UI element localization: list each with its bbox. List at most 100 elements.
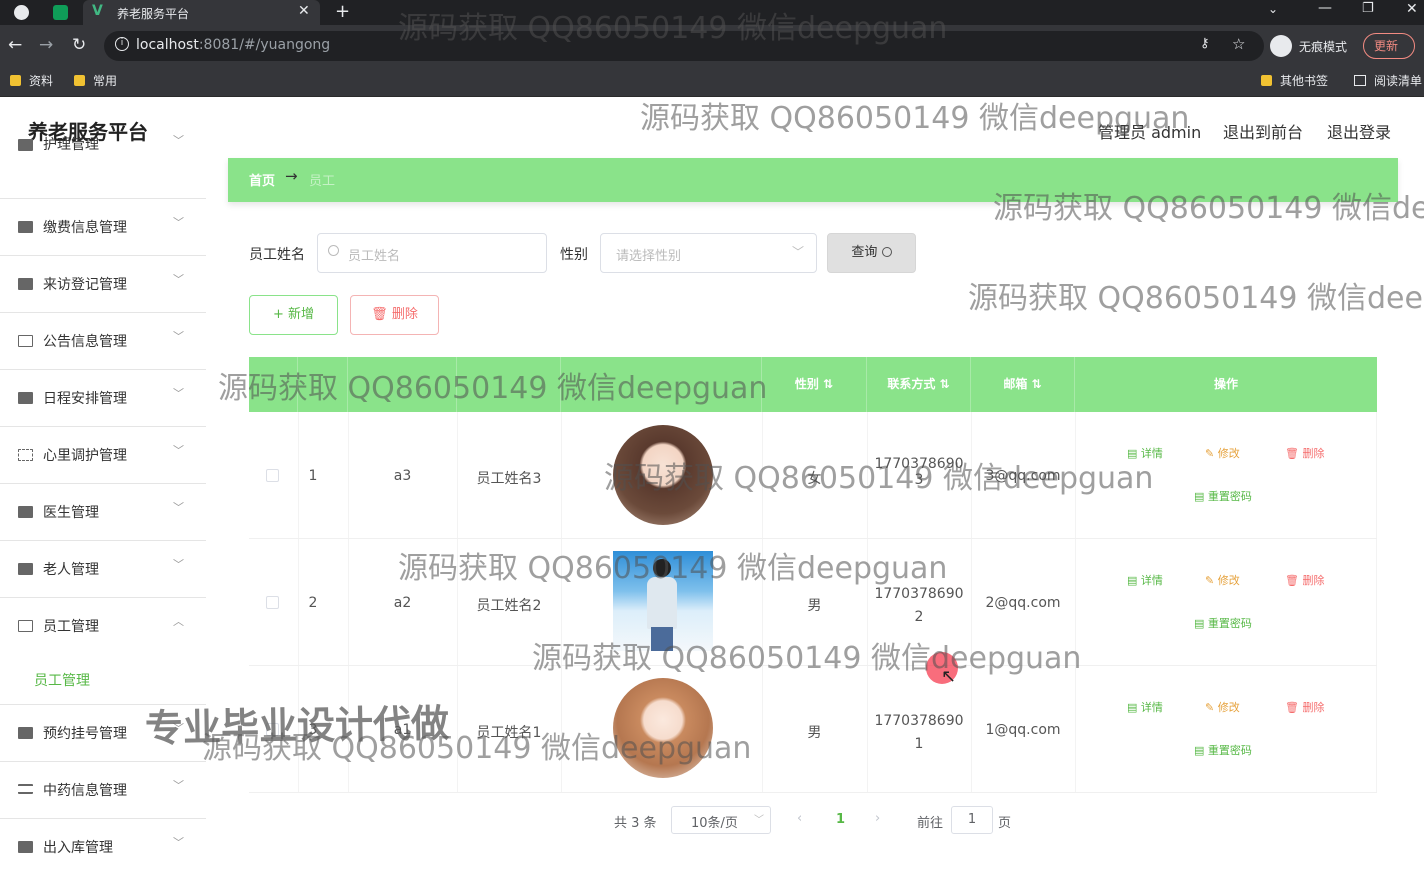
- logout-link[interactable]: 退出登录: [1327, 119, 1391, 143]
- list-icon: [18, 784, 33, 794]
- prev-page-icon[interactable]: ‹: [797, 811, 802, 826]
- reading-list-icon: [1354, 75, 1366, 86]
- goto-page-input[interactable]: 1: [951, 806, 993, 834]
- sidebar-item-payment[interactable]: 缴费信息管理 ﹀: [0, 199, 206, 256]
- reading-list[interactable]: 阅读清单: [1354, 72, 1422, 89]
- staff-photo: [613, 678, 713, 778]
- add-button[interactable]: + 新增: [249, 295, 338, 335]
- admin-user-label: 管理员 admin: [1098, 123, 1202, 142]
- sidebar-item-nursing[interactable]: 护理管理 ﹀: [0, 134, 206, 199]
- row-phone: 1770378690 1: [874, 713, 964, 752]
- header-photo: [561, 357, 762, 412]
- header-email[interactable]: 邮箱 ⇅: [971, 357, 1075, 412]
- new-tab-icon[interactable]: +: [335, 1, 350, 22]
- info-icon[interactable]: i: [115, 37, 129, 51]
- forward-icon[interactable]: →: [39, 35, 53, 55]
- header-account[interactable]: [348, 357, 457, 412]
- search-icon: [881, 247, 892, 257]
- star-icon[interactable]: ☆: [1232, 35, 1245, 53]
- sidebar-subitem-staff[interactable]: 员工管理: [34, 670, 90, 690]
- row-name: 员工姓名1: [476, 725, 542, 741]
- fullscreen-icon: [18, 449, 33, 461]
- name-search-input[interactable]: 员工姓名: [317, 233, 547, 273]
- delete-button[interactable]: 🗑 删除: [1285, 699, 1324, 715]
- browser-tab-active[interactable]: V 养老服务平台 ✕: [83, 0, 320, 25]
- sidebar-item-visit[interactable]: 来访登记管理 ﹀: [0, 256, 206, 313]
- box-icon: [18, 841, 33, 853]
- edit-button[interactable]: ✎ 修改: [1205, 572, 1240, 588]
- tab-title: 养老服务平台: [117, 7, 190, 21]
- gender-select[interactable]: 请选择性别 ﹀: [600, 233, 817, 273]
- row-name: 员工姓名2: [476, 598, 542, 614]
- bookmarks-bar: 资料 常用 其他书签 阅读清单: [0, 67, 1424, 97]
- sidebar-item-staff[interactable]: 员工管理 ︿: [0, 598, 206, 655]
- pin-icon: [18, 392, 33, 404]
- next-page-icon[interactable]: ›: [875, 811, 880, 826]
- photo-figure: [651, 627, 673, 651]
- sheets-tab-icon[interactable]: [53, 5, 68, 20]
- header-phone[interactable]: 联系方式 ⇅: [867, 357, 971, 412]
- bookmark-folder-2[interactable]: 常用: [74, 72, 117, 89]
- incognito-icon[interactable]: [1270, 35, 1292, 57]
- tab-search-icon[interactable]: ⌄: [1268, 2, 1278, 16]
- query-button[interactable]: 查询: [827, 233, 916, 273]
- back-to-front-link[interactable]: 退出到前台: [1223, 119, 1303, 143]
- maximize-icon[interactable]: ❐: [1362, 1, 1374, 16]
- row-account: a3: [393, 468, 412, 484]
- sidebar-item-mental[interactable]: 心里调护管理 ﹀: [0, 427, 206, 484]
- delete-button[interactable]: 🗑 删除: [1285, 572, 1324, 588]
- sidebar-item-notice[interactable]: 公告信息管理 ﹀: [0, 313, 206, 370]
- incognito-label: 无痕模式: [1299, 40, 1348, 54]
- reload-icon[interactable]: ↻: [72, 35, 86, 55]
- header-gender[interactable]: 性别 ⇅: [762, 357, 867, 412]
- sidebar-item-schedule[interactable]: 日程安排管理 ﹀: [0, 370, 206, 427]
- url-path: :8081/#/yuangong: [198, 37, 331, 53]
- other-bookmarks[interactable]: 其他书签: [1261, 72, 1328, 89]
- row-checkbox[interactable]: [266, 469, 279, 482]
- document-icon: [18, 506, 33, 518]
- page-number-current[interactable]: 1: [836, 812, 845, 827]
- row-index: 2: [308, 595, 318, 611]
- update-button[interactable]: 更新: [1363, 33, 1415, 59]
- close-window-icon[interactable]: ✕: [1406, 1, 1418, 17]
- delete-button[interactable]: 🗑 删除: [1285, 445, 1324, 461]
- breadcrumb: 首页 → 员工: [228, 158, 1398, 202]
- goto-label: 前往: [917, 816, 944, 831]
- chevron-up-icon: ︿: [173, 615, 184, 628]
- back-icon[interactable]: ←: [8, 35, 22, 55]
- row-checkbox[interactable]: [266, 596, 279, 609]
- header-actions: 操作: [1075, 357, 1377, 412]
- browser-tab-bar: V 养老服务平台 ✕ + ⌄ — ❐ ✕: [0, 0, 1424, 25]
- breadcrumb-home[interactable]: 首页: [249, 170, 275, 189]
- sidebar-item-elder[interactable]: 老人管理 ﹀: [0, 541, 206, 598]
- detail-button[interactable]: ▤ 详情: [1127, 445, 1163, 461]
- vue-icon: V: [92, 3, 103, 19]
- bookmark-folder-1[interactable]: 资料: [10, 72, 53, 89]
- row-phone: 1770378690 3: [874, 456, 964, 488]
- row-email: 1@qq.com: [985, 722, 1061, 738]
- batch-delete-button[interactable]: 🗑 删除: [350, 295, 439, 335]
- globe-icon[interactable]: [14, 5, 29, 20]
- close-tab-icon[interactable]: ✕: [298, 3, 310, 19]
- url-input[interactable]: i localhost:8081/#/yuangong ⚷ ☆: [104, 31, 1264, 61]
- reset-password-button[interactable]: ▤ 重置密码: [1194, 488, 1252, 504]
- breadcrumb-arrow: →: [285, 167, 298, 185]
- breadcrumb-current: 员工: [309, 174, 336, 189]
- header-name[interactable]: [457, 357, 561, 412]
- mouse-cursor-icon: ↖: [941, 666, 957, 687]
- detail-button[interactable]: ▤ 详情: [1127, 572, 1163, 588]
- detail-button[interactable]: ▤ 详情: [1127, 699, 1163, 715]
- sidebar-item-medicine[interactable]: 中药信息管理 ﹀: [0, 762, 206, 819]
- sidebar-item-doctor[interactable]: 医生管理 ﹀: [0, 484, 206, 541]
- edit-button[interactable]: ✎ 修改: [1205, 699, 1240, 715]
- header-checkbox-cell[interactable]: [249, 357, 298, 412]
- reset-password-button[interactable]: ▤ 重置密码: [1194, 742, 1252, 758]
- reset-password-button[interactable]: ▤ 重置密码: [1194, 615, 1252, 631]
- row-gender: 男: [807, 725, 822, 741]
- minimize-icon[interactable]: —: [1318, 0, 1332, 16]
- edit-button[interactable]: ✎ 修改: [1205, 445, 1240, 461]
- gender-filter-label: 性别: [560, 247, 588, 263]
- chevron-down-icon: ﹀: [173, 387, 184, 400]
- page-size-select[interactable]: 10条/页 ﹀: [671, 806, 771, 834]
- key-icon[interactable]: ⚷: [1200, 36, 1210, 51]
